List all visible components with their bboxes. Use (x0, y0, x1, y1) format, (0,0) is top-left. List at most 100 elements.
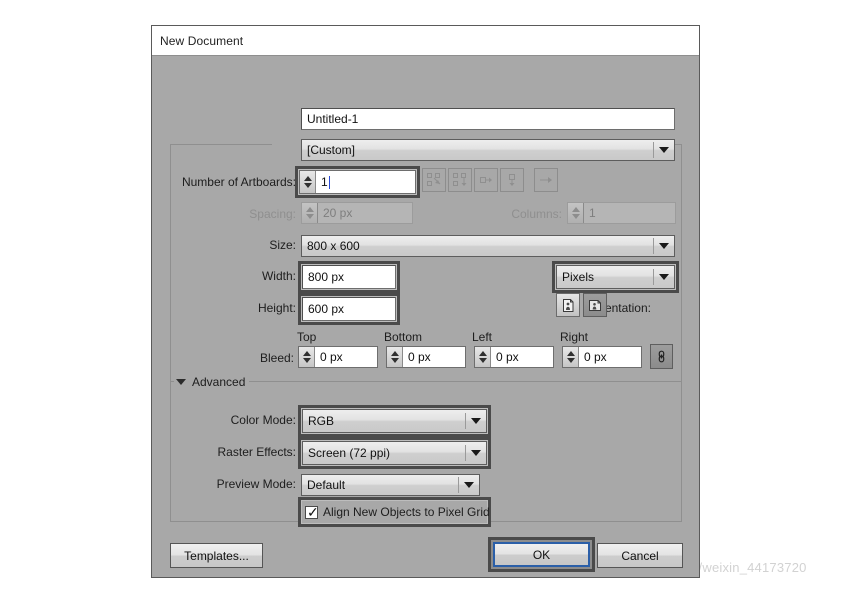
advanced-label: Advanced (192, 375, 245, 389)
units-combobox[interactable]: Pixels (556, 265, 675, 289)
units-focus-ring: Pixels (552, 261, 679, 293)
bleed-left-value: 0 px (491, 347, 553, 367)
bleed-header-right: Right (560, 330, 620, 344)
columns-label: Columns: (452, 207, 562, 221)
chevron-down-icon (654, 147, 674, 153)
preview-mode-combobox-value: Default (302, 478, 458, 492)
chevron-down-icon (654, 274, 674, 280)
width-label: Width: (232, 269, 296, 283)
align-pixel-grid-row[interactable]: ✓ Align New Objects to Pixel Grid (302, 501, 487, 523)
bleed-right-stepper[interactable] (563, 347, 579, 367)
color-mode-combobox[interactable]: RGB (302, 409, 487, 433)
width-focus-ring: 800 px (298, 261, 400, 293)
height-label: Height: (232, 301, 296, 315)
columns-stepper[interactable] (568, 203, 584, 223)
text-caret (329, 176, 330, 189)
cancel-button[interactable]: Cancel (597, 543, 683, 568)
height-input[interactable]: 600 px (302, 297, 396, 321)
ok-button-default-border: OK (493, 542, 590, 567)
templates-button[interactable]: Templates... (170, 543, 263, 568)
artboard-layout-grid-by-row-icon[interactable] (422, 168, 446, 192)
color-mode-focus-ring: RGB (298, 405, 491, 437)
bleed-bottom-value: 0 px (403, 347, 465, 367)
stepper-down-icon (306, 214, 314, 219)
artboards-value[interactable]: 1 (316, 171, 415, 193)
bleed-top-stepper[interactable] (299, 347, 315, 367)
align-pixel-grid-focus-ring: ✓ Align New Objects to Pixel Grid (298, 497, 491, 527)
chevron-down-icon (466, 418, 486, 424)
check-icon: ✓ (307, 505, 319, 519)
bleed-top-value: 0 px (315, 347, 377, 367)
raster-effects-focus-ring: Screen (72 ppi) (298, 437, 491, 469)
raster-effects-combobox[interactable]: Screen (72 ppi) (302, 441, 487, 465)
color-mode-label: Color Mode: (202, 413, 296, 427)
stepper-down-icon (479, 358, 487, 363)
bleed-left-field[interactable]: 0 px (474, 346, 554, 368)
stepper-up-icon (303, 351, 311, 356)
align-pixel-grid-label: Align New Objects to Pixel Grid (323, 505, 490, 519)
ok-button[interactable]: OK (495, 544, 588, 565)
profile-combobox[interactable]: [Custom] (301, 139, 675, 161)
new-document-dialog: New Document Name: Untitled-1 Profile: [… (151, 25, 700, 578)
artboards-label: Number of Artboards: (172, 175, 296, 189)
name-input[interactable]: Untitled-1 (301, 108, 675, 130)
chevron-down-icon (176, 379, 186, 385)
color-mode-combobox-value: RGB (303, 414, 465, 428)
stepper-up-icon (304, 176, 312, 181)
dialog-body: Name: Untitled-1 Profile: [Custom] Numbe… (152, 56, 699, 578)
bleed-right-field[interactable]: 0 px (562, 346, 642, 368)
orientation-portrait-icon[interactable] (556, 293, 580, 317)
stepper-down-icon (303, 358, 311, 363)
chevron-down-icon (466, 450, 486, 456)
artboards-stepper[interactable] (300, 171, 316, 193)
bleed-left-stepper[interactable] (475, 347, 491, 367)
artboard-layout-direction-icon[interactable] (534, 168, 558, 192)
align-pixel-grid-checkbox[interactable]: ✓ (305, 506, 318, 519)
orientation-landscape-icon[interactable] (583, 293, 607, 317)
raster-effects-label: Raster Effects: (192, 445, 296, 459)
width-input[interactable]: 800 px (302, 265, 396, 289)
bleed-link-icon[interactable] (650, 344, 673, 369)
columns-field[interactable]: 1 (567, 202, 676, 224)
preview-mode-combobox[interactable]: Default (301, 474, 480, 496)
chevron-down-icon (654, 243, 674, 249)
columns-value: 1 (584, 203, 675, 223)
size-combobox[interactable]: 800 x 600 (301, 235, 675, 257)
bleed-header-bottom: Bottom (384, 330, 454, 344)
size-combobox-value: 800 x 600 (302, 239, 653, 253)
preview-mode-label: Preview Mode: (192, 477, 296, 491)
artboard-layout-column-icon[interactable] (500, 168, 524, 192)
stepper-up-icon (567, 351, 575, 356)
stepper-down-icon (391, 358, 399, 363)
stepper-down-icon (572, 214, 580, 219)
spacing-stepper[interactable] (302, 203, 318, 223)
bleed-bottom-stepper[interactable] (387, 347, 403, 367)
bleed-bottom-field[interactable]: 0 px (386, 346, 466, 368)
advanced-disclosure[interactable]: Advanced (176, 375, 245, 389)
stepper-down-icon (567, 358, 575, 363)
artboard-layout-row-icon[interactable] (474, 168, 498, 192)
artboard-layout-grid-by-column-icon[interactable] (448, 168, 472, 192)
spacing-value: 20 px (318, 203, 412, 223)
artboards-spinner-field[interactable]: 1 (299, 170, 416, 194)
dialog-titlebar: New Document (152, 26, 699, 56)
bleed-header-top: Top (297, 330, 357, 344)
artboards-focus-ring: 1 (295, 166, 420, 198)
bleed-top-field[interactable]: 0 px (298, 346, 378, 368)
size-label: Size: (252, 238, 296, 252)
ok-button-focus-ring: OK (488, 537, 595, 572)
orientation-button-group (556, 293, 607, 317)
stepper-up-icon (391, 351, 399, 356)
spacing-field[interactable]: 20 px (301, 202, 413, 224)
dialog-title: New Document (160, 34, 243, 48)
stepper-down-icon (304, 183, 312, 188)
profile-combobox-value: [Custom] (302, 143, 653, 157)
raster-effects-combobox-value: Screen (72 ppi) (303, 446, 465, 460)
screenshot-root: https://blog.csdn.net/weixin_44173720 Ne… (0, 0, 850, 602)
bleed-right-value: 0 px (579, 347, 641, 367)
artboard-layout-button-group (422, 168, 524, 192)
chevron-down-icon (459, 482, 479, 488)
stepper-up-icon (479, 351, 487, 356)
units-combobox-value: Pixels (557, 270, 653, 284)
bleed-header-left: Left (472, 330, 532, 344)
